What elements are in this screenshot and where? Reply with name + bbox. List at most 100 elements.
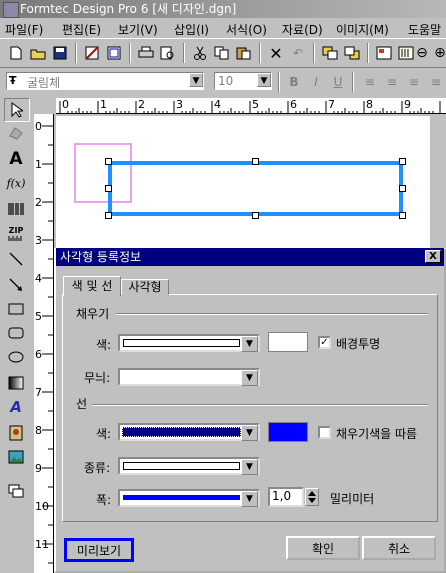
line-type-label: 종류: <box>84 461 111 475</box>
line-width-spinner[interactable] <box>305 488 319 506</box>
insert-object-icon[interactable] <box>374 43 394 63</box>
font-name-value: 굴림체 <box>27 76 61 90</box>
line-type-select[interactable]: ▼ <box>118 457 260 475</box>
format-toolbar: Ŧ 굴림체 ▼ 10 ▼ B I U ≡ ≡ ≡ ≡ <box>0 69 446 95</box>
line-width-input[interactable]: 1,0 <box>268 487 304 507</box>
rounded-rect-icon[interactable] <box>4 322 28 344</box>
ruler-number: 9 <box>404 98 411 111</box>
resize-handle[interactable] <box>252 158 259 165</box>
send-back-icon[interactable] <box>342 43 362 63</box>
resize-handle[interactable] <box>105 212 112 219</box>
resize-handle[interactable] <box>399 158 406 165</box>
menu-file[interactable]: 파일(F) <box>5 21 43 38</box>
zip-barcode-icon[interactable]: ZIP <box>4 222 28 244</box>
tab-rectangle[interactable]: 사각형 <box>121 279 169 295</box>
image-tool-icon[interactable] <box>4 446 28 468</box>
bring-front-icon[interactable] <box>320 43 340 63</box>
arrow-line-icon[interactable] <box>4 274 28 296</box>
align-justify-icon[interactable]: ≡ <box>426 72 446 92</box>
fill-section-label: 채우기 <box>76 307 110 321</box>
resize-handle[interactable] <box>252 212 259 219</box>
page-setup-icon[interactable] <box>82 43 102 63</box>
resize-handle[interactable] <box>399 212 406 219</box>
pattern-label: 무늬: <box>84 371 111 385</box>
menu-edit[interactable]: 편집(E) <box>62 21 101 38</box>
resize-handle[interactable] <box>399 185 406 192</box>
chevron-down-icon[interactable]: ▼ <box>257 73 271 87</box>
chevron-down-icon[interactable]: ▼ <box>241 336 258 352</box>
line-width-select[interactable]: ▼ <box>118 489 260 507</box>
zoom-out-icon[interactable]: ⊖ <box>412 43 432 63</box>
chevron-down-icon[interactable]: ▼ <box>241 459 258 475</box>
align-left-icon[interactable]: ≡ <box>360 72 380 92</box>
zip-label: ZIP <box>8 225 24 235</box>
pattern-select[interactable]: ▼ <box>118 368 260 386</box>
tab-color-line[interactable]: 색 및 선 <box>63 276 121 296</box>
menu-data[interactable]: 자료(D) <box>282 21 323 38</box>
ruler-number: 4 <box>35 272 42 285</box>
line-color-preview[interactable] <box>268 422 308 442</box>
zoom-in-icon[interactable]: ⊕ <box>430 43 446 63</box>
open-folder-icon[interactable] <box>28 43 48 63</box>
font-size-select[interactable]: 10 ▼ <box>214 72 272 90</box>
picture-tool-icon[interactable] <box>4 422 28 444</box>
align-center-icon[interactable]: ≡ <box>382 72 402 92</box>
window-title: Formtec Design Pro 6 [새 디자인.dgn] <box>20 2 237 16</box>
wordart-icon[interactable]: A <box>4 396 28 418</box>
rotate-tool-icon[interactable] <box>4 122 28 144</box>
font-name-select[interactable]: Ŧ 굴림체 ▼ <box>6 72 204 90</box>
menu-insert[interactable]: 삽입(I) <box>174 21 209 38</box>
align-right-icon[interactable]: ≡ <box>404 72 424 92</box>
new-document-icon[interactable] <box>6 43 26 63</box>
undo-icon[interactable]: ↶ <box>288 43 308 63</box>
bg-transparent-checkbox[interactable]: ✓ <box>318 336 331 349</box>
bold-button[interactable]: B <box>284 72 304 92</box>
ellipse-tool-icon[interactable] <box>4 346 28 368</box>
design-canvas[interactable] <box>56 116 430 252</box>
chevron-down-icon[interactable]: ▼ <box>241 425 258 441</box>
fill-color-swatch <box>123 339 240 347</box>
line-width-swatch <box>123 495 240 500</box>
menu-help[interactable]: 도움말 <box>408 21 441 38</box>
gradient-tool-icon[interactable] <box>4 372 28 394</box>
resize-handle[interactable] <box>105 158 112 165</box>
close-button[interactable]: X <box>425 250 441 263</box>
ruler-number: 7 <box>328 98 335 111</box>
underline-button[interactable]: U <box>328 72 348 92</box>
cut-icon[interactable] <box>190 43 210 63</box>
print-icon[interactable] <box>136 43 156 63</box>
chevron-down-icon[interactable]: ▼ <box>241 491 258 507</box>
ruler-number: 4 <box>214 98 221 111</box>
preview-button[interactable]: 미리보기 <box>64 538 134 562</box>
line-color-select[interactable]: ▼ <box>118 423 260 441</box>
function-tool-icon[interactable]: f(x) <box>4 172 28 194</box>
delete-icon[interactable]: ✕ <box>266 43 286 63</box>
paste-icon[interactable] <box>234 43 254 63</box>
fill-color-select[interactable]: ▼ <box>118 334 260 352</box>
selected-rectangle[interactable] <box>108 161 403 216</box>
fill-color-preview[interactable] <box>268 332 308 352</box>
follow-fill-checkbox[interactable] <box>318 426 331 439</box>
menu-image[interactable]: 이미지(M) <box>336 21 389 38</box>
group-tool-icon[interactable] <box>4 480 28 502</box>
barcode-icon[interactable] <box>4 198 28 220</box>
save-icon[interactable] <box>50 43 70 63</box>
italic-button[interactable]: I <box>306 72 326 92</box>
copy-icon[interactable] <box>212 43 232 63</box>
rectangle-tool-icon[interactable] <box>4 298 28 320</box>
frame-icon[interactable] <box>104 43 124 63</box>
text-tool-icon[interactable]: A <box>4 148 28 170</box>
menu-view[interactable]: 보기(V) <box>118 21 158 38</box>
resize-handle[interactable] <box>105 185 112 192</box>
line-tool-icon[interactable] <box>4 248 28 270</box>
select-arrow-icon[interactable] <box>4 98 30 122</box>
ruler-number: 1 <box>100 98 107 111</box>
toolbar-separator <box>129 43 131 63</box>
chevron-down-icon[interactable]: ▼ <box>189 73 203 87</box>
ok-button[interactable]: 확인 <box>286 536 360 560</box>
preview-label: 미리보기 <box>76 543 122 558</box>
chevron-down-icon[interactable]: ▼ <box>241 370 258 386</box>
print-preview-icon[interactable] <box>158 43 178 63</box>
menu-format[interactable]: 서식(O) <box>226 21 267 38</box>
cancel-button[interactable]: 취소 <box>362 536 436 560</box>
